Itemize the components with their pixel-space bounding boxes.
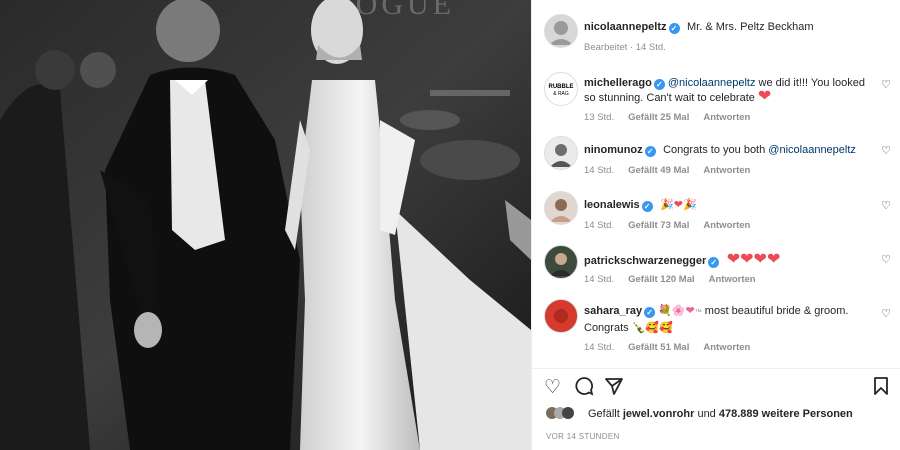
comment-username[interactable]: leonalewis: [584, 199, 640, 211]
edited-text: Bearbeitet · 14 Std.: [584, 42, 666, 53]
likes-mid: und: [694, 408, 719, 420]
caption-username[interactable]: nicolaannepeltz: [584, 21, 667, 33]
verified-icon: ✓: [644, 146, 656, 157]
comment-meta: 13 Std. Gefällt 25 Mal Antworten: [584, 112, 764, 123]
verified-icon: ✓: [644, 307, 656, 318]
liker-username[interactable]: jewel.vonrohr: [623, 408, 695, 420]
comment-likes[interactable]: Gefällt 25 Mal: [628, 112, 689, 123]
likes-summary: Gefällt jewel.vonrohr und 478.889 weiter…: [588, 408, 853, 420]
post-timestamp[interactable]: VOR 14 STUNDEN: [546, 432, 620, 441]
comment-icon[interactable]: [574, 376, 594, 402]
comment-like-heart-icon[interactable]: ♡: [881, 253, 891, 266]
comment-mention[interactable]: @nicolaannepeltz: [668, 77, 756, 89]
comment-meta: 14 Std. Gefällt 49 Mal Antworten: [584, 165, 764, 176]
bouquet-emoji-icon: 💐: [658, 305, 672, 317]
comment-likes[interactable]: Gefällt 120 Mal: [628, 274, 695, 285]
save-bookmark-icon: [874, 377, 888, 395]
pink-heart-emoji-icon: ❤: [685, 305, 695, 317]
likers-avatars[interactable]: [546, 407, 576, 421]
caption-row: nicolaannepeltz ✓ Mr. & Mrs. Peltz Beckha…: [584, 17, 867, 35]
comment-time: 14 Std.: [584, 274, 615, 285]
comment-meta: 14 Std. Gefällt 51 Mal Antworten: [584, 342, 764, 353]
verified-icon: ✓: [641, 201, 653, 212]
comment-likes[interactable]: Gefällt 49 Mal: [628, 165, 689, 176]
post-photo[interactable]: VOGUE: [0, 0, 531, 450]
comment-like-heart-icon[interactable]: ♡: [881, 307, 891, 320]
liker-avatar: [562, 407, 574, 419]
comment-avatar-patrickschwarzenegger[interactable]: [544, 245, 578, 279]
comment-username[interactable]: ninomunoz: [584, 144, 643, 156]
comment-likes[interactable]: Gefällt 73 Mal: [628, 220, 689, 231]
comment-time: 14 Std.: [584, 342, 615, 353]
comment-username[interactable]: patrickschwarzenegger: [584, 255, 706, 267]
svg-text:RUBBLE: RUBBLE: [549, 84, 574, 90]
author-avatar-image: [545, 15, 577, 47]
reply-button[interactable]: Antworten: [703, 112, 750, 123]
comment-leonalewis: leonalewis ✓ 🎉❤🎉: [584, 195, 867, 213]
reply-button[interactable]: Antworten: [703, 342, 750, 353]
red-heart-emoji-icon: ❤: [757, 88, 772, 105]
comment-text: Congrats to you both: [663, 144, 769, 156]
comment-avatar-sahara_ray[interactable]: [544, 299, 578, 333]
comment-time: 13 Std.: [584, 112, 615, 123]
comment-time: 14 Std.: [584, 220, 615, 231]
heart-outline-icon[interactable]: ♡: [544, 376, 561, 399]
red-heart-emoji-icon: ❤❤❤❤: [726, 251, 781, 268]
party-popper-emoji-icon: 🎉: [683, 199, 697, 211]
ninomunoz-avatar-image: [550, 144, 572, 167]
reply-button[interactable]: Antworten: [703, 165, 750, 176]
verified-icon: ✓: [653, 79, 665, 90]
champagne-emoji-icon: 🍾: [631, 322, 646, 334]
verified-icon: ✓: [668, 23, 680, 34]
comment-like-heart-icon[interactable]: ♡: [881, 78, 891, 91]
comment-sahara_ray: sahara_ray ✓ 💐🌸❤™ most beautiful bride & g…: [584, 303, 867, 335]
caption-edited: Bearbeitet · 14 Std.: [584, 42, 680, 53]
comments-panel: nicolaannepeltz ✓ Mr. & Mrs. Peltz Beckha…: [531, 0, 900, 450]
patrick-avatar-image: [550, 253, 572, 276]
comment-avatar-ninomunoz[interactable]: [544, 136, 578, 170]
comment-bubble-icon: [575, 377, 594, 396]
likes-prefix: Gefällt: [588, 408, 623, 420]
comment-avatar-leonalewis[interactable]: [544, 191, 578, 225]
reply-button[interactable]: Antworten: [709, 274, 756, 285]
red-heart-emoji-icon: ❤: [673, 199, 684, 211]
comment-time: 14 Std.: [584, 165, 615, 176]
likes-count[interactable]: 478.889 weitere Personen: [719, 408, 853, 420]
comment-patrickschwarzenegger: patrickschwarzenegger ✓ ❤❤❤❤: [584, 249, 867, 269]
party-popper-emoji-icon: 🎉: [660, 199, 674, 211]
wedding-photo-image: VOGUE: [0, 0, 531, 450]
comment-mention[interactable]: @nicolaannepeltz: [768, 144, 856, 156]
comment-text-2: Congrats: [584, 322, 632, 334]
michellerago-logo-icon: RUBBLE& RAG: [549, 84, 574, 97]
tm-symbol-icon: ™: [694, 309, 702, 316]
comment-username[interactable]: sahara_ray: [584, 305, 642, 317]
bookmark-icon[interactable]: [873, 376, 889, 402]
comment-avatar-michellerago[interactable]: RUBBLE & RAG: [544, 72, 578, 106]
comment-meta: 14 Std. Gefällt 73 Mal Antworten: [584, 220, 764, 231]
verified-icon: ✓: [708, 257, 720, 268]
comment-text: most beautiful bride & groom.: [701, 305, 849, 317]
smiling-hearts-emoji-icon: 🥰🥰: [645, 322, 673, 334]
flower-emoji-icon: 🌸: [671, 305, 686, 317]
comment-like-heart-icon[interactable]: ♡: [881, 199, 891, 212]
sahara-avatar-image: [545, 300, 577, 332]
comment-michellerago: michellerago ✓ @nicolaannepeltz we did it!…: [584, 75, 867, 105]
author-avatar[interactable]: [544, 14, 578, 48]
leonalewis-avatar-image: [550, 199, 572, 222]
comment-ninomunoz: ninomunoz ✓ Congrats to you both @nicolaa…: [584, 140, 867, 158]
paper-plane-icon[interactable]: [604, 376, 624, 402]
share-plane-icon: [605, 378, 623, 395]
caption-text: Mr. & Mrs. Peltz Beckham: [686, 21, 814, 33]
comment-like-heart-icon[interactable]: ♡: [881, 144, 891, 157]
actions-divider: [532, 368, 900, 369]
comment-meta: 14 Std. Gefällt 120 Mal Antworten: [584, 274, 770, 285]
reply-button[interactable]: Antworten: [703, 220, 750, 231]
svg-text:& RAG: & RAG: [553, 91, 569, 97]
comment-username[interactable]: michellerago: [584, 77, 652, 89]
comment-likes[interactable]: Gefällt 51 Mal: [628, 342, 689, 353]
